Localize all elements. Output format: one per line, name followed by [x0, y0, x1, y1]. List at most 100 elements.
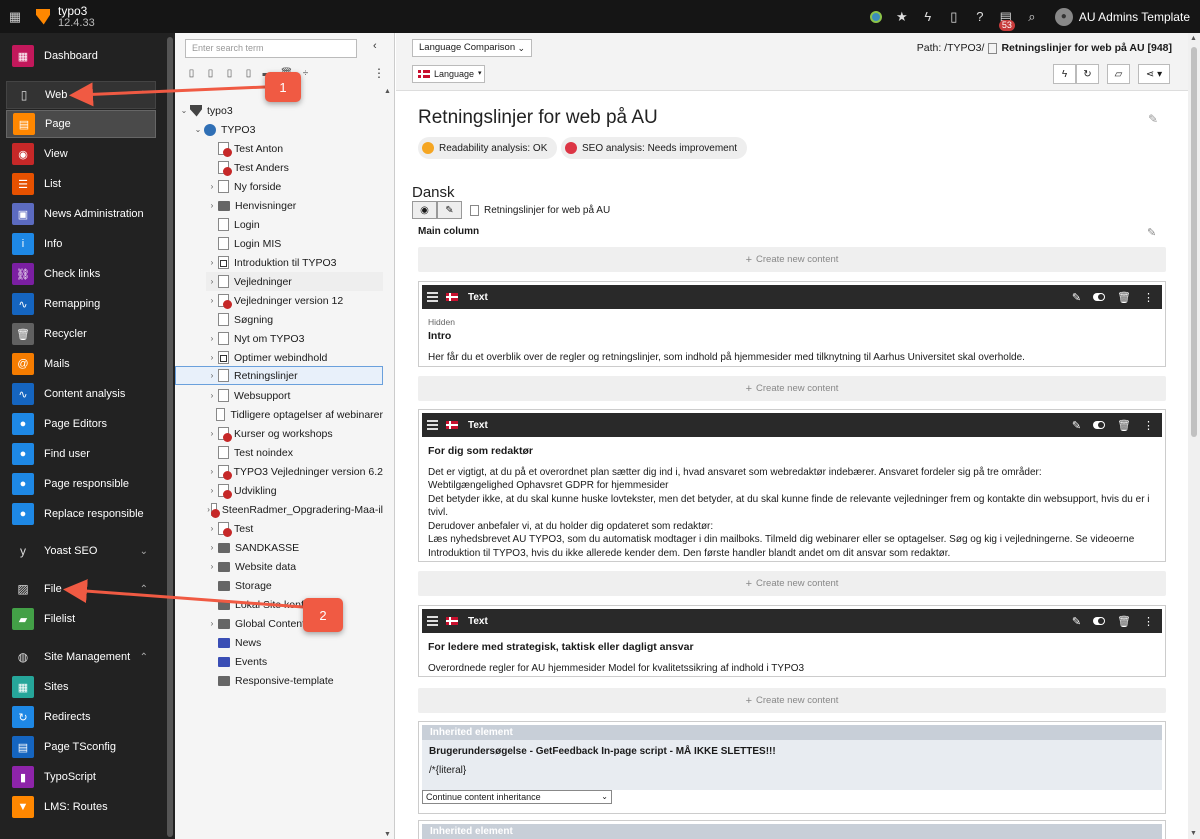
module-info[interactable]: i Info	[6, 230, 156, 258]
inherited-element[interactable]: Inherited element	[418, 820, 1166, 839]
more-vertical-icon[interactable]: ⋮	[1143, 419, 1154, 432]
tree-node[interactable]: › Kurser og workshops	[206, 424, 383, 443]
chevron-right-icon[interactable]: ›	[206, 429, 218, 438]
module-page-editors[interactable]: ● Page Editors	[6, 410, 156, 438]
user-menu[interactable]: ● AU Admins Template	[1054, 7, 1190, 26]
scroll-down-icon[interactable]: ▼	[384, 831, 391, 838]
more-vertical-icon[interactable]: ⋮	[1143, 291, 1154, 304]
apps-grid-icon[interactable]: ▦	[0, 0, 30, 33]
typo3-logo[interactable]: typo3 12.4.33	[36, 5, 95, 29]
tree-node[interactable]: › Nyt om TYPO3	[206, 329, 383, 348]
module-typoscript[interactable]: ▮ TypoScript	[6, 763, 156, 791]
module-dashboard[interactable]: ▦ Dashboard	[6, 42, 156, 70]
tree-more-icon[interactable]: ⋮	[373, 66, 385, 80]
new-page-shortcut-icon[interactable]: ▯	[204, 66, 217, 80]
inheritance-select[interactable]: Continue content inheritance ⌄	[422, 790, 612, 804]
clear-cache-icon[interactable]: ϟ	[915, 0, 941, 33]
tree-node[interactable]: Test noindex	[206, 443, 383, 462]
content-scrollbar[interactable]: ▲ ▼	[1188, 33, 1200, 839]
chevron-right-icon[interactable]: ›	[206, 619, 218, 628]
drag-handle-icon[interactable]	[427, 616, 438, 626]
chevron-right-icon[interactable]: ›	[206, 296, 218, 305]
edit-pencil-icon[interactable]: ✎	[437, 201, 462, 219]
module-filelist[interactable]: ▰ Filelist	[6, 605, 156, 633]
tree-node[interactable]: › Udvikling	[206, 481, 383, 500]
tree-node[interactable]: News	[206, 633, 383, 652]
module-list[interactable]: ☰ List	[6, 170, 156, 198]
scroll-up-icon[interactable]: ▲	[384, 88, 391, 95]
create-new-content-button[interactable]: + Create new content	[418, 688, 1166, 713]
tree-node[interactable]: › Ny forside	[206, 177, 383, 196]
tree-node[interactable]: › Introduktion til TYPO3	[206, 253, 383, 272]
delete-trash-icon[interactable]: 🗑	[1117, 419, 1131, 432]
tree-node[interactable]: › SANDKASSE	[206, 538, 383, 557]
sidebar-toggle-icon[interactable]	[863, 0, 889, 33]
language-dropdown-button[interactable]: Language ▾	[412, 65, 485, 83]
edit-pencil-icon[interactable]: ✎	[1072, 615, 1081, 628]
module-page-tsconfig[interactable]: ▤ Page TSconfig	[6, 733, 156, 761]
inherited-element[interactable]: Inherited element Brugerundersøgelse - G…	[418, 721, 1166, 814]
help-icon[interactable]: ?	[967, 0, 993, 33]
tree-node[interactable]: › TYPO3 Vejledninger version 6.2	[206, 462, 383, 481]
drag-handle-icon[interactable]	[427, 420, 438, 430]
tree-node[interactable]: Events	[206, 652, 383, 671]
tree-node[interactable]: › Vejledninger version 12	[206, 291, 383, 310]
chevron-right-icon[interactable]: ›	[206, 182, 218, 191]
content-element[interactable]: Text ✎ 🗑 ⋮ For dig som redaktør Det er v…	[418, 409, 1166, 562]
column-edit-icon[interactable]: ✎	[1147, 226, 1156, 239]
module-group-site-management[interactable]: ◍ Site Management ⌃	[6, 643, 156, 671]
tree-node[interactable]: › Vejledninger	[206, 272, 383, 291]
module-recycler[interactable]: 🗑 Recycler	[6, 320, 156, 348]
tree-node[interactable]: › Optimer webindhold	[206, 348, 383, 367]
tree-search-input[interactable]: Enter search term	[185, 39, 357, 58]
module-remapping[interactable]: ∿ Remapping	[6, 290, 156, 318]
tree-node[interactable]: › SteenRadmer_Opgradering-Maa-il	[206, 500, 383, 519]
module-find-user[interactable]: ● Find user	[6, 440, 156, 468]
toggle-visibility-icon[interactable]	[1093, 617, 1106, 625]
content-element[interactable]: Text ✎ 🗑 ⋮ For ledere med strategisk, ta…	[418, 605, 1166, 677]
module-group-web[interactable]: ▯ Web ⌃	[6, 81, 156, 109]
chevron-down-icon[interactable]: ⌄	[192, 125, 204, 134]
module-group-file[interactable]: ▨ File ⌃	[6, 575, 156, 603]
edit-pencil-icon[interactable]: ✎	[1072, 291, 1081, 304]
module-replace-responsible[interactable]: ● Replace responsible	[6, 500, 156, 528]
chevron-right-icon[interactable]: ›	[206, 391, 218, 400]
tree-node[interactable]: Login	[206, 215, 383, 234]
tree-node[interactable]: › Websupport	[206, 386, 383, 405]
create-new-content-button[interactable]: + Create new content	[418, 571, 1166, 596]
create-new-content-button[interactable]: + Create new content	[418, 376, 1166, 401]
delete-trash-icon[interactable]: 🗑	[1117, 615, 1131, 628]
tree-node-selected[interactable]: › Retningslinjer	[175, 366, 383, 385]
bookmark-star-icon[interactable]: ★	[889, 0, 915, 33]
collapse-tree-icon[interactable]: ‹	[373, 40, 377, 52]
tree-node[interactable]: Lokal Site konfi	[206, 595, 383, 614]
tree-node[interactable]: › Test	[206, 519, 383, 538]
module-mails[interactable]: @ Mails	[6, 350, 156, 378]
open-docs-icon[interactable]: ▯	[941, 0, 967, 33]
tree-node-root[interactable]: ⌄ typo3	[178, 101, 383, 120]
module-lms-routes[interactable]: ▼ LMS: Routes	[6, 793, 156, 821]
seo-analysis-badge[interactable]: SEO analysis: Needs improvement	[561, 137, 748, 159]
tree-node[interactable]: › Website data	[206, 557, 383, 576]
tree-node[interactable]: Responsive-template	[206, 671, 383, 690]
new-page-link-icon[interactable]: ▯	[223, 66, 236, 80]
new-page-mount-icon[interactable]: ▯	[242, 66, 255, 80]
readability-analysis-badge[interactable]: Readability analysis: OK	[418, 137, 558, 159]
module-news-administration[interactable]: ▣ News Administration	[6, 200, 156, 228]
module-redirects[interactable]: ↻ Redirects	[6, 703, 156, 731]
module-check-links[interactable]: ⛓ Check links	[6, 260, 156, 288]
chevron-right-icon[interactable]: ›	[206, 371, 218, 380]
chevron-right-icon[interactable]: ›	[206, 353, 218, 362]
module-sites[interactable]: ▦ Sites	[6, 673, 156, 701]
chevron-right-icon[interactable]: ›	[206, 201, 218, 210]
scroll-down-icon[interactable]: ▼	[1190, 830, 1197, 837]
more-vertical-icon[interactable]: ⋮	[1143, 615, 1154, 628]
toggle-visibility-icon[interactable]	[1093, 421, 1106, 429]
module-page[interactable]: ▤ Page	[6, 110, 156, 138]
chevron-down-icon[interactable]: ⌄	[178, 106, 190, 115]
chevron-right-icon[interactable]: ›	[206, 486, 218, 495]
reload-icon[interactable]: ↻	[1076, 64, 1099, 84]
module-menu-scrollbar[interactable]	[167, 37, 173, 837]
tree-node[interactable]: Søgning	[206, 310, 383, 329]
tree-node[interactable]: › Global Content	[206, 614, 383, 633]
